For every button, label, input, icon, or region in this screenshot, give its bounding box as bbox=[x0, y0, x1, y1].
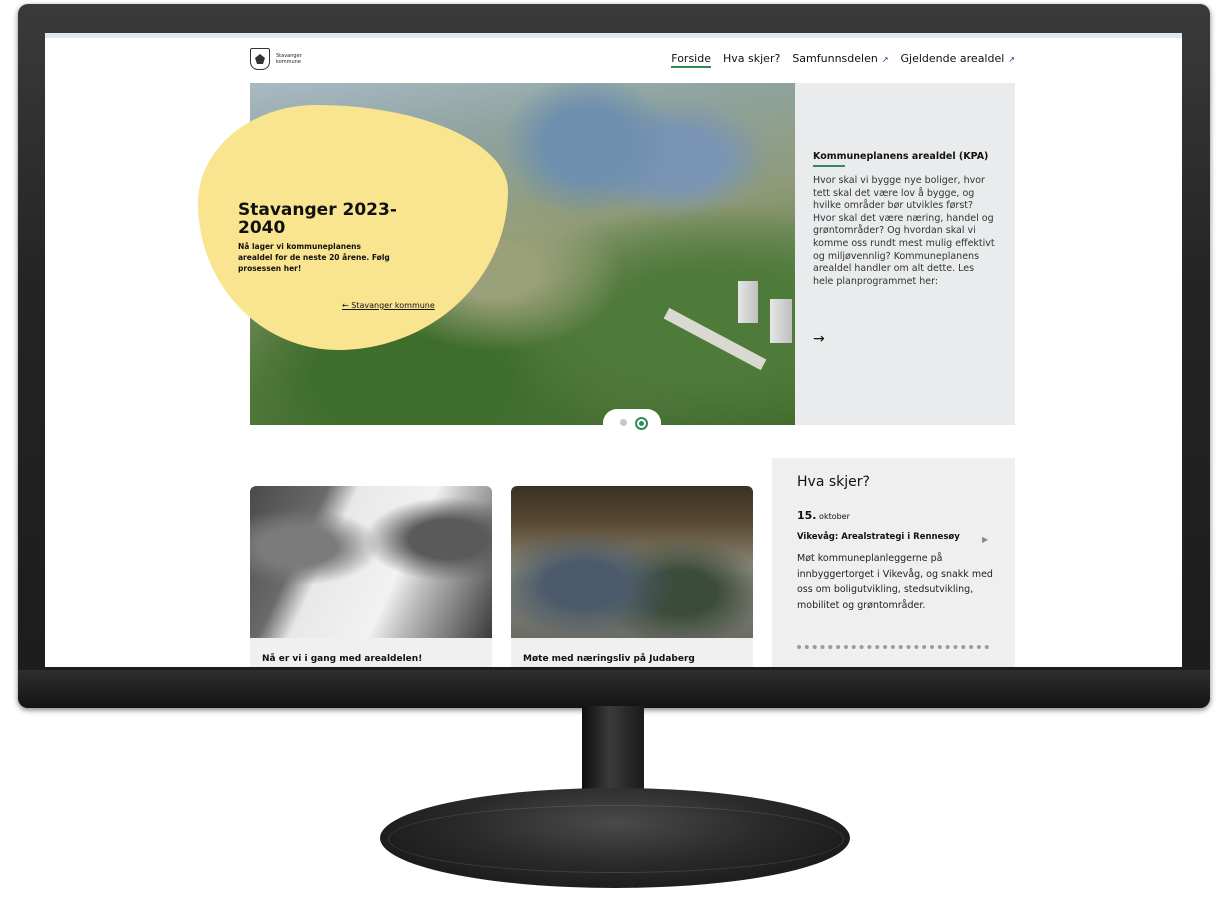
panel-text: Hvor skal vi bygge nye boliger, hvor tet… bbox=[813, 175, 995, 287]
arrow-right-icon[interactable]: → bbox=[813, 331, 825, 347]
dotted-divider bbox=[797, 645, 989, 649]
site-header: Stavanger kommune Forside Hva skjer? Sam… bbox=[250, 48, 1015, 72]
card-title: Nå er vi i gang med arealdelen! bbox=[262, 654, 423, 664]
external-link-icon: ↗ bbox=[881, 55, 889, 64]
nav-item-forside[interactable]: Forside bbox=[671, 52, 711, 68]
panel-title-underline bbox=[813, 165, 845, 167]
nav-item-hva-skjer[interactable]: Hva skjer? bbox=[723, 52, 780, 68]
monitor-screen: Stavanger kommune Forside Hva skjer? Sam… bbox=[45, 33, 1182, 667]
play-icon[interactable]: ▶ bbox=[982, 535, 988, 544]
carousel-dot-2-active[interactable] bbox=[635, 417, 648, 430]
nav-item-samfunnsdelen[interactable]: Samfunnsdelen ↗ bbox=[792, 52, 888, 68]
news-card[interactable]: Nå er vi i gang med arealdelen! bbox=[250, 486, 492, 667]
card-title: Møte med næringsliv på Judaberg bbox=[523, 654, 695, 664]
logo-line-2: kommune bbox=[276, 59, 301, 65]
carousel-dot-1[interactable] bbox=[620, 419, 627, 426]
kpa-info-panel: Kommuneplanens arealdel (KPA) Hvor skal … bbox=[795, 83, 1015, 425]
hero-intro: Nå lager vi kommuneplanens arealdel for … bbox=[238, 242, 390, 273]
hero-carousel: Stavanger 2023-2040 Nå lager vi kommunep… bbox=[198, 83, 1015, 425]
card-photo bbox=[511, 486, 753, 638]
carousel-indicator bbox=[603, 409, 661, 437]
monitor-stand-rim bbox=[388, 805, 844, 873]
card-photo bbox=[250, 486, 492, 638]
news-card[interactable]: Møte med næringsliv på Judaberg bbox=[511, 486, 753, 667]
events-title: Hva skjer? bbox=[797, 474, 870, 490]
external-link-icon: ↗ bbox=[1008, 55, 1015, 64]
stavanger-kommune-link[interactable]: ← Stavanger kommune bbox=[342, 301, 435, 310]
crest-icon bbox=[250, 48, 270, 70]
hero-title: Stavanger 2023-2040 bbox=[238, 200, 397, 238]
site-logo[interactable]: Stavanger kommune bbox=[250, 48, 302, 70]
event-title[interactable]: Vikevåg: Arealstrategi i Rennesøy bbox=[797, 532, 960, 542]
event-date: 15. oktober bbox=[797, 509, 850, 522]
main-nav: Forside Hva skjer? Samfunnsdelen ↗ Gjelde… bbox=[671, 52, 1015, 68]
event-description: Møt kommuneplanleggerne på innbyggertorg… bbox=[797, 553, 993, 611]
screen-edge-glare bbox=[45, 33, 1182, 38]
nav-item-gjeldende-arealdel[interactable]: Gjeldende arealdel ↗ bbox=[901, 52, 1015, 68]
panel-title: Kommuneplanens arealdel (KPA) bbox=[813, 151, 989, 162]
events-panel: Hva skjer? 15. oktober Vikevåg: Arealstr… bbox=[772, 458, 1015, 667]
